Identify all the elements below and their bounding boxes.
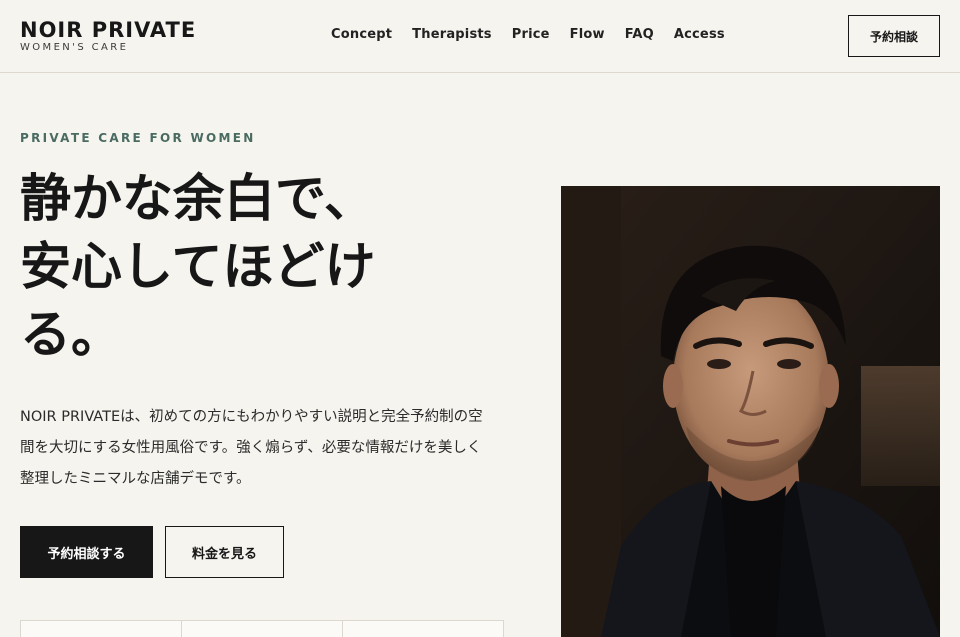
headline-line: る。 <box>20 306 123 365</box>
nav-item-price[interactable]: Price <box>512 27 550 42</box>
feature-card <box>21 621 182 637</box>
lead-line: 整理したミニマルな店舗デモです。 <box>20 471 251 487</box>
hero-eyebrow: PRIVATE CARE FOR WOMEN <box>20 131 256 145</box>
brand-name: NOIR PRIVATE <box>20 18 197 42</box>
nav-item-concept[interactable]: Concept <box>331 27 392 42</box>
header-reservation-button[interactable]: 予約相談 <box>848 15 940 57</box>
site-header: NOIR PRIVATE WOMEN'S CARE Concept Therap… <box>0 0 960 73</box>
lead-line: NOIR PRIVATEは、初めての方にもわかりやすい説明と完全予約制の空 <box>20 409 483 425</box>
hero-therapist-photo <box>561 186 940 637</box>
brand-logo[interactable]: NOIR PRIVATE WOMEN'S CARE <box>20 18 196 54</box>
hero-lead-text: NOIR PRIVATEは、初めての方にもわかりやすい説明と完全予約制の空 間を… <box>20 402 510 495</box>
nav-item-faq[interactable]: FAQ <box>625 27 654 42</box>
nav-item-therapists[interactable]: Therapists <box>412 27 492 42</box>
headline-line: 静かな余白で、 <box>20 170 375 229</box>
feature-card <box>182 621 343 637</box>
main-nav: Concept Therapists Price Flow FAQ Access <box>331 27 745 42</box>
nav-item-flow[interactable]: Flow <box>570 27 605 42</box>
view-price-button[interactable]: 料金を見る <box>165 526 284 578</box>
feature-card <box>343 621 503 637</box>
feature-card-row <box>20 620 504 637</box>
lead-line: 間を大切にする女性用風俗です。強く煽らず、必要な情報だけを美しく <box>20 440 482 456</box>
nav-item-access[interactable]: Access <box>674 27 725 42</box>
reservation-cta-button[interactable]: 予約相談する <box>20 526 153 578</box>
brand-tagline: WOMEN'S CARE <box>20 42 129 53</box>
hero-headline: 静かな余白で、 安心してほどけ る。 <box>20 166 520 370</box>
headline-line: 安心してほどけ <box>20 238 376 297</box>
portrait-illustration <box>561 186 940 637</box>
